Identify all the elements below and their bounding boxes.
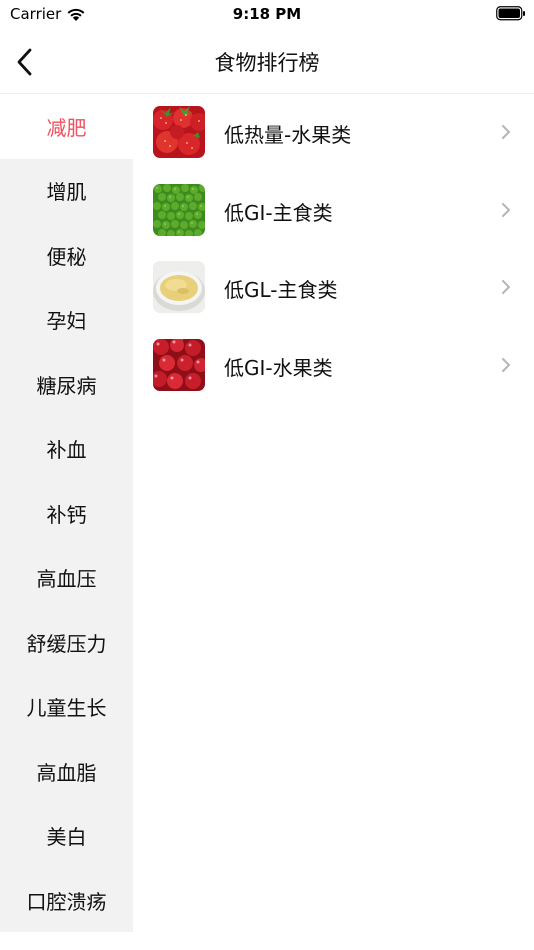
- sidebar-item-constipation[interactable]: 便秘: [0, 223, 133, 288]
- chevron-right-icon: [502, 125, 510, 139]
- strawberries-thumbnail: [153, 106, 205, 158]
- sidebar-item-whitening[interactable]: 美白: [0, 804, 133, 869]
- list-item-label: 低热量-水果类: [224, 123, 352, 147]
- sidebar-item-hypertension[interactable]: 高血压: [0, 546, 133, 611]
- sidebar-item-child-growth[interactable]: 儿童生长: [0, 675, 133, 740]
- sidebar-item-gain-muscle[interactable]: 增肌: [0, 159, 133, 224]
- sidebar-item-diabetes[interactable]: 糖尿病: [0, 352, 133, 417]
- battery-icon: [496, 6, 526, 21]
- chevron-right-icon: [502, 357, 510, 372]
- category-sidebar: 减肥 增肌 便秘 孕妇 糖尿病 补血 补钙 高血压 舒缓压力 儿童生长 高血脂 …: [0, 94, 133, 932]
- sidebar-item-pregnancy[interactable]: 孕妇: [0, 288, 133, 353]
- bottom-area: [0, 932, 534, 950]
- chevron-right-icon: [502, 280, 510, 294]
- cherries-thumbnail: [153, 338, 205, 391]
- navigation-bar: 食物排行榜: [0, 30, 534, 94]
- porridge-thumbnail: [153, 261, 205, 313]
- sidebar-item-label: 糖尿病: [36, 373, 97, 398]
- sidebar-item-hyperlipidemia[interactable]: 高血脂: [0, 739, 133, 804]
- status-bar: Carrier 9:18 PM: [0, 0, 534, 30]
- sidebar-item-label: 高血压: [36, 567, 97, 592]
- sidebar-item-blood[interactable]: 补血: [0, 417, 133, 482]
- list-item[interactable]: 低GL-主食类: [133, 249, 534, 327]
- sidebar-item-label: 儿童生长: [26, 696, 107, 721]
- sidebar-item-calcium[interactable]: 补钙: [0, 481, 133, 546]
- sidebar-item-label: 舒缓压力: [26, 631, 107, 656]
- list-item-label: 低GI-水果类: [224, 355, 333, 380]
- sidebar-item-label: 补血: [46, 438, 87, 463]
- list-item-label: 低GL-主食类: [224, 278, 338, 302]
- green-peas-thumbnail: [153, 183, 205, 236]
- list-item[interactable]: 低GI-水果类: [133, 327, 534, 405]
- sidebar-item-label: 减肥: [46, 115, 87, 140]
- sidebar-item-relieve-stress[interactable]: 舒缓压力: [0, 610, 133, 675]
- sidebar-item-lose-weight[interactable]: 减肥: [0, 94, 133, 159]
- sidebar-item-label: 美白: [46, 825, 87, 850]
- status-time: 9:18 PM: [232, 5, 302, 23]
- sidebar-item-label: 孕妇: [46, 309, 87, 334]
- sidebar-item-label: 高血脂: [36, 760, 97, 785]
- sidebar-item-mouth-ulcer[interactable]: 口腔溃疡: [0, 868, 133, 933]
- sidebar-item-label: 便秘: [46, 244, 87, 269]
- list-item-label: 低GI-主食类: [224, 200, 333, 225]
- list-item[interactable]: 低GI-主食类: [133, 172, 534, 250]
- sidebar-item-label: 增肌: [46, 180, 87, 205]
- sidebar-item-label: 口腔溃疡: [26, 889, 107, 914]
- food-list: 低热量-水果类 低GI-主食类 低GL-主食类 低GI-水果类: [133, 94, 534, 404]
- page-title: 食物排行榜: [214, 51, 320, 75]
- chevron-right-icon: [502, 202, 510, 217]
- sidebar-item-label: 补钙: [46, 502, 87, 527]
- list-item[interactable]: 低热量-水果类: [133, 94, 534, 172]
